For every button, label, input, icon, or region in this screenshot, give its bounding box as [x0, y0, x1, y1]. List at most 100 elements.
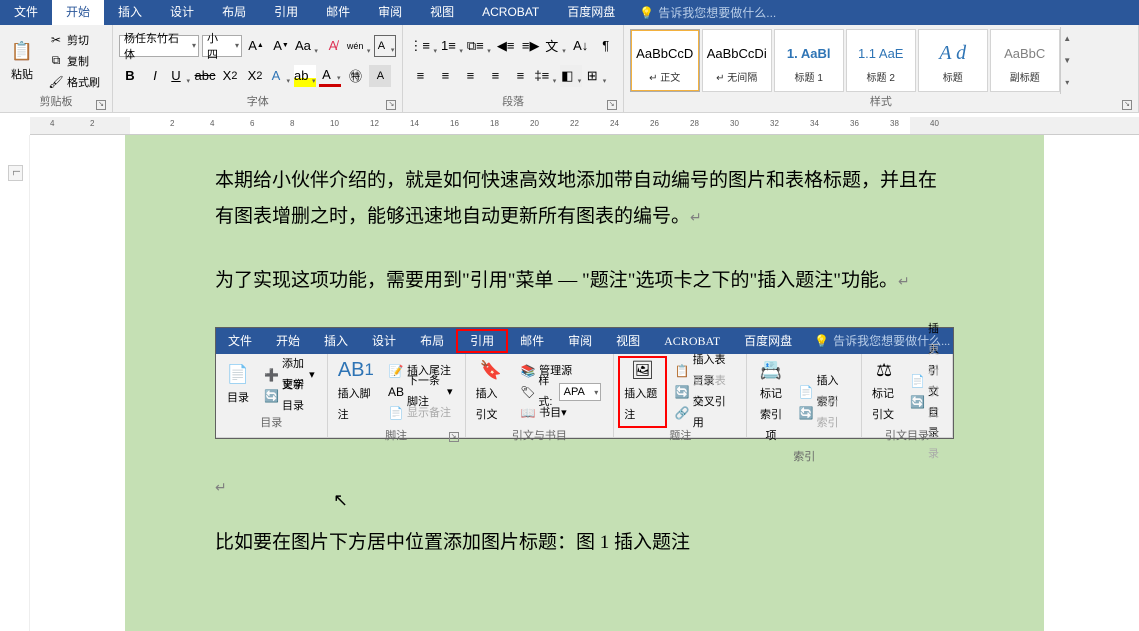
vertical-ruler[interactable]: L	[0, 135, 30, 631]
tab-review[interactable]: 审阅	[364, 0, 416, 25]
phonetic-button[interactable]: wén	[347, 35, 372, 57]
tab-insert[interactable]: 插入	[104, 0, 156, 25]
embed-tab-home[interactable]: 开始	[264, 329, 312, 354]
style-nospacing[interactable]: AaBbCcDi↵ 无间隔	[702, 29, 772, 92]
citation-style-combo[interactable]: 🏷样式: APA	[516, 382, 605, 402]
style-title[interactable]: A d标题	[918, 29, 988, 92]
superscript-button[interactable]: X2	[244, 65, 266, 87]
shading-button[interactable]: ◧	[560, 65, 582, 87]
cut-button[interactable]: ✂剪切	[44, 30, 104, 50]
update-toc-button[interactable]: 🔄更新目录	[260, 386, 319, 406]
decrease-indent-button[interactable]: ◀≡	[495, 35, 517, 57]
font-size-combo[interactable]: 小四	[202, 35, 242, 57]
align-left-button[interactable]: ≡	[409, 65, 431, 87]
empty-paragraph[interactable]: ↵	[215, 469, 954, 505]
clipboard-launcher[interactable]: ↘	[96, 100, 106, 110]
char-border-button[interactable]: A	[374, 35, 396, 57]
style-expand[interactable]: ▾	[1061, 72, 1074, 94]
paragraph-3[interactable]: 比如要在图片下方居中位置添加图片标题：图 1 插入题注	[215, 525, 954, 561]
embed-tab-baidu[interactable]: 百度网盘	[732, 329, 804, 354]
mark-index-button[interactable]: 📇标记 索引项	[751, 356, 790, 449]
paragraph-1[interactable]: 本期给小伙伴介绍的，就是如何快速高效地添加带自动编号的图片和表格标题，并且在有图…	[215, 163, 954, 235]
align-right-button[interactable]: ≡	[459, 65, 481, 87]
embed-tab-view[interactable]: 视图	[604, 329, 652, 354]
tab-acrobat[interactable]: ACROBAT	[468, 0, 553, 25]
bullets-button[interactable]: ⋮≡	[409, 35, 438, 57]
multilevel-button[interactable]: ⧉≡	[467, 35, 492, 57]
style-subtitle[interactable]: AaBbC副标题	[990, 29, 1060, 92]
insert-footnote-button[interactable]: AB1插入脚注	[332, 356, 380, 428]
toc-button[interactable]: 📄目录	[220, 356, 256, 415]
horizontal-ruler[interactable]: 42246810121416182022242628303234363840	[30, 117, 1139, 135]
clear-format-button[interactable]: A̸	[322, 35, 344, 57]
embed-tab-file[interactable]: 文件	[216, 329, 264, 354]
enclose-char-button[interactable]: ㊕	[344, 65, 366, 87]
manage-sources-button[interactable]: 📚管理源	[516, 361, 605, 381]
char-shading-button[interactable]: A	[369, 65, 391, 87]
font-name-combo[interactable]: 杨任东竹石体	[119, 35, 199, 57]
page-canvas[interactable]: 本期给小伙伴介绍的，就是如何快速高效地添加带自动编号的图片和表格标题，并且在有图…	[125, 135, 1044, 631]
style-heading1[interactable]: 1. AaBl标题 1	[774, 29, 844, 92]
bold-button[interactable]: B	[119, 65, 141, 87]
paragraph-launcher[interactable]: ↘	[607, 100, 617, 110]
borders-button[interactable]: ⊞	[585, 65, 607, 87]
style-scroll-up[interactable]: ▲	[1061, 27, 1074, 49]
style-heading2[interactable]: 1.1 AaE标题 2	[846, 29, 916, 92]
mark-citation-button[interactable]: ⚖标记引文	[866, 356, 902, 428]
tab-file[interactable]: 文件	[0, 0, 52, 25]
sources-icon: 📚	[520, 363, 536, 379]
embed-tab-insert[interactable]: 插入	[312, 329, 360, 354]
embed-tab-design[interactable]: 设计	[360, 329, 408, 354]
tab-layout[interactable]: 布局	[208, 0, 260, 25]
tab-home[interactable]: 开始	[52, 0, 104, 25]
text-effects-button[interactable]: A	[269, 65, 291, 87]
increase-indent-button[interactable]: ≡▶	[520, 35, 542, 57]
change-case-button[interactable]: Aa	[295, 35, 319, 57]
strike-button[interactable]: abc	[194, 65, 216, 87]
line-spacing-button[interactable]: ‡≡	[534, 65, 557, 87]
footnote-launcher[interactable]: ↘	[449, 432, 459, 442]
style-normal[interactable]: AaBbCcD↵ 正文	[630, 29, 700, 92]
subscript-button[interactable]: X2	[219, 65, 241, 87]
bibliography-button[interactable]: 📖书目 ▾	[516, 403, 605, 423]
numbering-button[interactable]: 1≡	[441, 35, 464, 57]
tab-references[interactable]: 引用	[260, 0, 312, 25]
highlight-button[interactable]: ab	[294, 65, 316, 87]
embed-tab-review[interactable]: 审阅	[556, 329, 604, 354]
tab-view[interactable]: 视图	[416, 0, 468, 25]
show-marks-button[interactable]: ¶	[595, 35, 617, 57]
embed-group-toc: 📄目录 ➕添加文字 ▾ 🔄更新目录 目录	[216, 354, 328, 437]
bulb-icon: 💡	[814, 330, 829, 353]
embed-tab-layout[interactable]: 布局	[408, 329, 456, 354]
left-margin-marker[interactable]: L	[8, 165, 23, 181]
next-footnote-button[interactable]: AB下一条脚注 ▾	[384, 382, 457, 402]
align-justify-button[interactable]: ≡	[484, 65, 506, 87]
tab-mailings[interactable]: 邮件	[312, 0, 364, 25]
tell-me[interactable]: 💡告诉我您想要做什么...	[639, 4, 776, 21]
align-center-button[interactable]: ≡	[434, 65, 456, 87]
tab-baidu[interactable]: 百度网盘	[553, 0, 629, 25]
paste-button[interactable]: 📋 粘贴	[4, 27, 40, 94]
tab-design[interactable]: 设计	[156, 0, 208, 25]
insert-caption-button[interactable]: 🖼插入题注	[618, 356, 666, 428]
toc-icon: 📄	[226, 362, 250, 386]
copy-button[interactable]: ⧉复制	[44, 51, 104, 71]
shrink-font-button[interactable]: A▼	[270, 35, 292, 57]
styles-gallery[interactable]: AaBbCcD↵ 正文 AaBbCcDi↵ 无间隔 1. AaBl标题 1 1.…	[628, 27, 1134, 94]
font-color-button[interactable]: A	[319, 65, 341, 87]
embed-tab-mailings[interactable]: 邮件	[508, 329, 556, 354]
format-painter-button[interactable]: 🖌格式刷	[44, 72, 104, 92]
paragraph-2[interactable]: 为了实现这项功能，需要用到"引用"菜单 — "题注"选项卡之下的"插入题注"功能…	[215, 263, 954, 299]
font-launcher[interactable]: ↘	[386, 100, 396, 110]
align-distribute-button[interactable]: ≡	[509, 65, 531, 87]
sort-button[interactable]: A↓	[570, 35, 592, 57]
embed-tab-references[interactable]: 引用	[456, 329, 508, 353]
grow-font-button[interactable]: A▲	[245, 35, 267, 57]
underline-button[interactable]: U	[169, 65, 191, 87]
italic-button[interactable]: I	[144, 65, 166, 87]
cross-reference-button[interactable]: 🔗交叉引用	[671, 403, 739, 423]
asian-layout-button[interactable]: 文	[545, 35, 567, 57]
insert-citation-button[interactable]: 🔖插入引文	[470, 356, 513, 428]
styles-launcher[interactable]: ↘	[1122, 100, 1132, 110]
style-scroll-down[interactable]: ▼	[1061, 49, 1074, 71]
